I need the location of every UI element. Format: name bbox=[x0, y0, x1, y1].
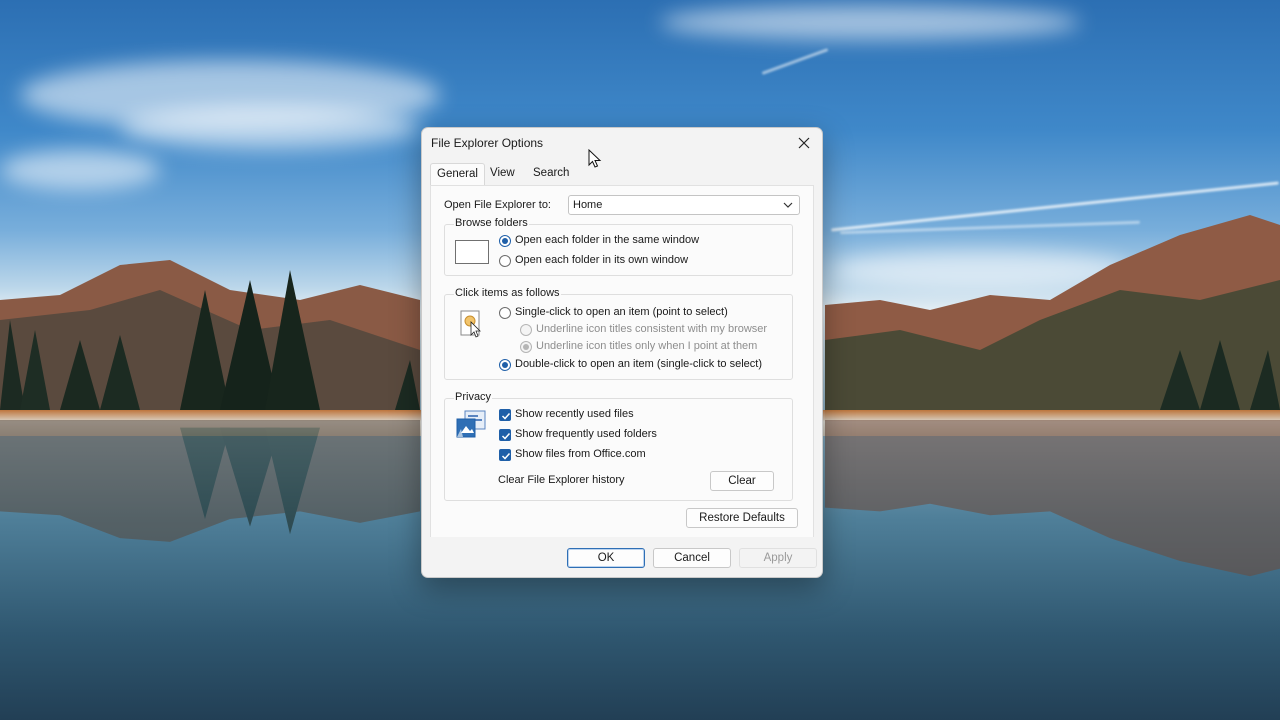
dialog-titlebar[interactable]: File Explorer Options bbox=[422, 128, 822, 158]
underline-browser-label: Underline icon titles consistent with my… bbox=[536, 323, 768, 335]
folder-window-icon bbox=[455, 240, 489, 264]
underline-point-label: Underline icon titles only when I point … bbox=[536, 340, 758, 352]
open-explorer-dropdown[interactable]: Home bbox=[568, 195, 800, 215]
click-items-title: Click items as follows bbox=[454, 287, 561, 299]
file-explorer-options-dialog: File Explorer Options General View Searc… bbox=[421, 127, 823, 578]
dialog-title: File Explorer Options bbox=[431, 136, 544, 150]
privacy-group: Privacy Show recently used files Show fr… bbox=[444, 391, 793, 501]
general-tab-panel: Open File Explorer to: Home Browse folde… bbox=[430, 185, 814, 538]
tab-general[interactable]: General bbox=[430, 163, 485, 185]
frequent-folders-checkbox[interactable] bbox=[499, 429, 511, 441]
privacy-title: Privacy bbox=[454, 391, 493, 403]
privacy-icon bbox=[456, 410, 486, 438]
tab-view[interactable]: View bbox=[484, 163, 521, 185]
own-window-radio[interactable] bbox=[499, 255, 511, 267]
dialog-footer: OK Cancel Apply bbox=[422, 537, 822, 577]
pointer-click-icon bbox=[460, 310, 481, 338]
same-window-label[interactable]: Open each folder in the same window bbox=[515, 234, 699, 246]
open-explorer-value: Home bbox=[573, 199, 603, 211]
mouse-cursor-icon bbox=[588, 149, 602, 168]
clear-history-label: Clear File Explorer history bbox=[498, 474, 625, 486]
office-files-checkbox[interactable] bbox=[499, 449, 511, 461]
clear-history-button[interactable]: Clear bbox=[710, 471, 774, 491]
click-items-group: Click items as follows Single-click to o… bbox=[444, 287, 793, 380]
chevron-down-icon bbox=[783, 202, 793, 208]
open-explorer-label: Open File Explorer to: bbox=[444, 199, 551, 211]
double-click-label[interactable]: Double-click to open an item (single-cli… bbox=[515, 358, 762, 370]
underline-point-radio[interactable] bbox=[520, 341, 532, 353]
single-click-label[interactable]: Single-click to open an item (point to s… bbox=[515, 306, 728, 318]
browse-folders-group: Browse folders Open each folder in the s… bbox=[444, 217, 793, 276]
ok-button[interactable]: OK bbox=[567, 548, 645, 568]
office-files-label[interactable]: Show files from Office.com bbox=[515, 448, 646, 460]
own-window-label[interactable]: Open each folder in its own window bbox=[515, 254, 688, 266]
single-click-radio[interactable] bbox=[499, 307, 511, 319]
restore-defaults-button[interactable]: Restore Defaults bbox=[686, 508, 798, 528]
frequent-folders-label[interactable]: Show frequently used folders bbox=[515, 428, 657, 440]
cancel-button[interactable]: Cancel bbox=[653, 548, 731, 568]
tab-search[interactable]: Search bbox=[527, 163, 575, 185]
same-window-radio[interactable] bbox=[499, 235, 511, 247]
close-button[interactable] bbox=[790, 131, 818, 155]
double-click-radio[interactable] bbox=[499, 359, 511, 371]
recent-files-label[interactable]: Show recently used files bbox=[515, 408, 634, 420]
apply-button[interactable]: Apply bbox=[739, 548, 817, 568]
recent-files-checkbox[interactable] bbox=[499, 409, 511, 421]
underline-browser-radio[interactable] bbox=[520, 324, 532, 336]
browse-folders-title: Browse folders bbox=[454, 217, 529, 229]
close-icon bbox=[798, 137, 810, 149]
